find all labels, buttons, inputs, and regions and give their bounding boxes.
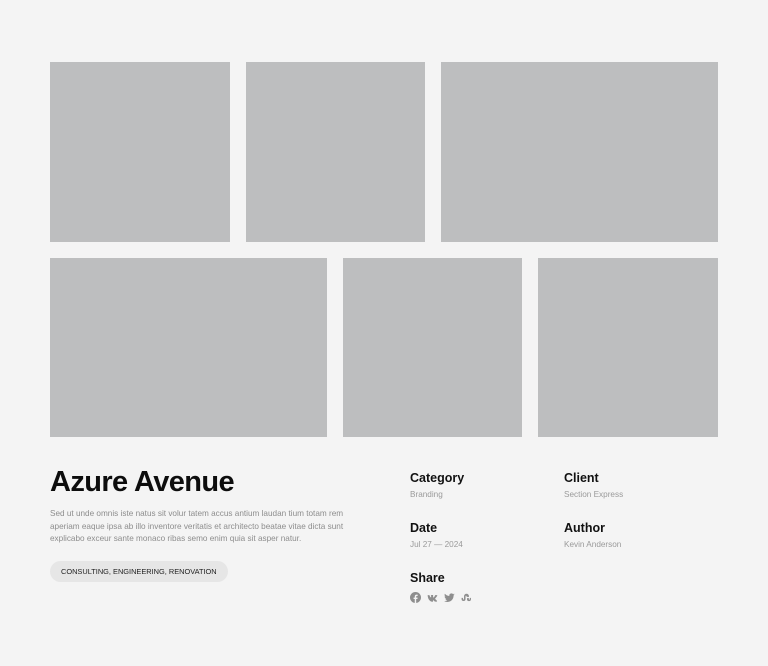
vk-icon-glyph (427, 594, 438, 602)
meta-date-value: Jul 27 — 2024 (410, 540, 463, 549)
vk-icon[interactable] (427, 592, 438, 603)
facebook-icon-glyph (410, 592, 421, 603)
gallery-image[interactable] (343, 258, 522, 437)
gallery-image[interactable] (50, 62, 230, 242)
meta-share: Share (410, 570, 550, 603)
meta-category-value: Branding (410, 490, 443, 499)
meta-client-value: Section Express (564, 490, 624, 499)
meta-category: Category Branding (410, 470, 550, 500)
meta-author: Author Kevin Anderson (564, 520, 704, 550)
meta-author-value: Kevin Anderson (564, 540, 622, 549)
meta-author-label: Author (564, 521, 605, 535)
meta-date-label: Date (410, 521, 438, 535)
gallery-image[interactable] (50, 258, 327, 437)
share-links (410, 592, 550, 603)
meta-client-label: Client (564, 471, 599, 485)
project-tags[interactable]: CONSULTING, ENGINEERING, RENOVATION (50, 561, 228, 582)
gallery-image[interactable] (538, 258, 718, 437)
stumbleupon-icon[interactable] (461, 592, 472, 603)
project-title: Azure Avenue (50, 466, 235, 498)
meta-share-label: Share (410, 571, 445, 585)
project-description: Sed ut unde omnis iste natus sit volur t… (50, 509, 344, 544)
meta-client: Client Section Express (564, 470, 704, 500)
twitter-icon-glyph (444, 593, 455, 602)
facebook-icon[interactable] (410, 592, 421, 603)
twitter-icon[interactable] (444, 592, 455, 603)
gallery-image[interactable] (441, 62, 718, 242)
meta-category-label: Category (410, 471, 465, 485)
meta-date: Date Jul 27 — 2024 (410, 520, 550, 550)
stumbleupon-icon-glyph (461, 593, 471, 602)
gallery-image[interactable] (246, 62, 425, 242)
